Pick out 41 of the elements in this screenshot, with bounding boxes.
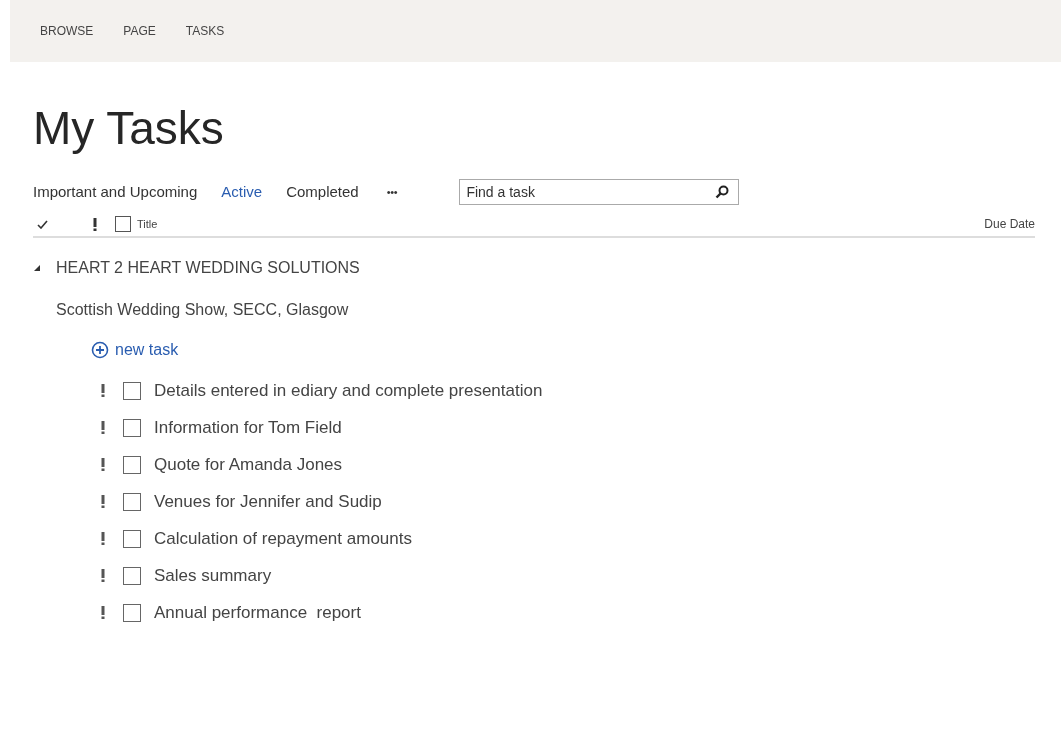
task-title[interactable]: Quote for Amanda Jones — [154, 451, 343, 478]
ribbon-tab[interactable]: PAGE — [123, 22, 156, 40]
exclamation-icon — [101, 569, 105, 582]
exclamation-icon — [101, 532, 105, 545]
view-tab[interactable]: Important and Upcoming — [33, 180, 198, 204]
task-checkbox[interactable] — [123, 418, 141, 437]
task-title[interactable]: Information for Tom Field — [154, 414, 342, 441]
task-checkbox[interactable] — [123, 529, 141, 548]
view-tab[interactable]: Active — [221, 180, 263, 204]
task-title[interactable]: Annual performance report — [154, 599, 361, 626]
new-task-link[interactable]: new task — [91, 338, 179, 362]
exclamation-icon — [101, 421, 105, 434]
add-icon — [91, 341, 109, 359]
search-icon[interactable] — [715, 185, 730, 199]
task-checkbox[interactable] — [123, 603, 141, 622]
ribbon-tab[interactable]: TASKS — [185, 22, 225, 40]
task-title[interactable]: Calculation of repayment amounts — [154, 525, 412, 552]
exclamation-icon — [101, 495, 105, 508]
exclamation-icon — [101, 384, 105, 397]
ribbon-tab[interactable]: BROWSE — [40, 22, 94, 40]
search-field[interactable]: Find a task — [459, 179, 740, 205]
subgroup-heading: Scottish Wedding Show, SECC, Glasgow — [56, 300, 349, 320]
exclamation-icon — [93, 217, 97, 231]
group-heading: HEART 2 HEART WEDDING SOLUTIONS — [56, 258, 360, 278]
view-tab[interactable]: Completed — [286, 180, 359, 204]
exclamation-icon — [101, 606, 105, 619]
task-checkbox[interactable] — [123, 566, 141, 585]
task-title[interactable]: Details entered in ediary and complete presentation — [154, 377, 543, 404]
task-checkbox[interactable] — [123, 381, 141, 400]
exclamation-icon — [101, 458, 105, 471]
column-header[interactable]: Title — [137, 215, 158, 233]
select-all-checkbox[interactable] — [115, 216, 131, 232]
task-title[interactable]: Sales summary — [154, 562, 272, 589]
task-title[interactable]: Venues for Jennifer and Sudip — [154, 488, 382, 515]
task-checkbox[interactable] — [123, 455, 141, 474]
task-checkbox[interactable] — [123, 492, 141, 511]
more-views-button[interactable]: ••• — [386, 183, 398, 201]
page-title: My Tasks — [33, 101, 224, 156]
check-icon — [37, 219, 48, 229]
collapse-caret-icon[interactable] — [33, 264, 41, 272]
column-header[interactable]: Due Date — [984, 215, 1035, 233]
